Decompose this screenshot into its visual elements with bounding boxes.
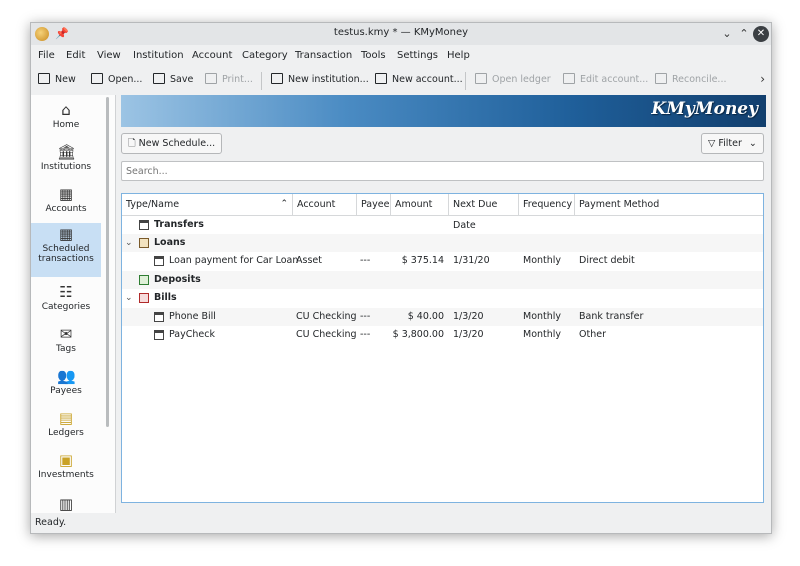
bills-icon xyxy=(139,293,149,303)
schedule-icon xyxy=(154,256,164,266)
toolbar-separator xyxy=(465,72,466,90)
sidebar-item-categories[interactable]: ☷ Categories xyxy=(31,281,101,321)
sidebar-item-investments[interactable]: ▣ Investments xyxy=(31,449,101,489)
sidebar-item-accounts[interactable]: ▦ Accounts xyxy=(31,183,101,223)
menu-edit[interactable]: Edit xyxy=(66,50,85,61)
chevron-down-icon[interactable]: ⌄ xyxy=(125,234,133,252)
column-header-frequency[interactable]: Frequency xyxy=(519,194,575,215)
bank-icon: 🏛 xyxy=(57,143,77,161)
new-institution-button[interactable]: New institution... xyxy=(271,73,369,85)
menu-bar: File Edit View Institution Account Categ… xyxy=(31,45,771,67)
filter-button[interactable]: ▽ Filter ⌄ xyxy=(701,133,764,154)
new-account-button[interactable]: New account... xyxy=(375,73,463,85)
chevron-down-icon[interactable]: ⌄ xyxy=(125,289,133,307)
column-header-payee[interactable]: Payee xyxy=(357,194,391,215)
sidebar-scrollbar[interactable] xyxy=(106,97,109,427)
open-ledger-button[interactable]: Open ledger xyxy=(475,73,551,85)
menu-institution[interactable]: Institution xyxy=(133,50,184,61)
reconcile-icon xyxy=(655,73,667,84)
bar-chart-icon: ▥ xyxy=(58,495,74,513)
sidebar-item-payees[interactable]: 👥 Payees xyxy=(31,365,101,405)
people-icon: 👥 xyxy=(57,367,76,385)
group-row-loans[interactable]: ⌄ Loans xyxy=(122,234,763,252)
group-row-bills[interactable]: ⌄ Bills xyxy=(122,289,763,307)
window-title: testus.kmy * — KMyMoney xyxy=(333,27,469,38)
edit-account-button[interactable]: Edit account... xyxy=(563,73,648,85)
app-window: 📌 testus.kmy * — KMyMoney ⌄ ⌃ ✕ File Edi… xyxy=(30,22,772,534)
menu-tools[interactable]: Tools xyxy=(361,50,386,61)
sort-ascending-icon: ⌃ xyxy=(280,199,288,209)
table-header: Type/Name ⌃ Account Payee Amount Next Du… xyxy=(122,194,763,231)
maximize-button[interactable]: ⌃ xyxy=(736,26,752,42)
header-banner: KMyMoney xyxy=(121,95,766,127)
table-row[interactable]: PayCheck CU Checking --- $ 3,800.00 1/3/… xyxy=(122,326,763,344)
menu-file[interactable]: File xyxy=(38,50,55,61)
new-button[interactable]: New xyxy=(38,73,76,85)
scheduled-transactions-view: KMyMoney 🗋 New Schedule... ▽ Filter ⌄ Ty… xyxy=(121,95,766,513)
categories-icon: ☷ xyxy=(59,283,73,301)
column-header-next-due-date[interactable]: Next Due Date xyxy=(449,194,519,231)
search-input[interactable] xyxy=(121,161,764,181)
open-button[interactable]: Open... xyxy=(91,73,142,85)
edit-account-icon xyxy=(563,73,575,84)
kmymoney-logo: KMyMoney xyxy=(651,99,758,119)
toolbar: New Open... Save Print... New institutio… xyxy=(31,67,771,93)
menu-settings[interactable]: Settings xyxy=(397,50,438,61)
loans-icon xyxy=(139,238,149,248)
tag-icon: ✉ xyxy=(59,325,73,343)
calendar-icon: ▦ xyxy=(58,225,74,243)
column-header-payment-method[interactable]: Payment Method xyxy=(575,194,763,215)
chevron-right-icon[interactable]: › xyxy=(760,72,765,86)
menu-account[interactable]: Account xyxy=(192,50,232,61)
sidebar-item-ledgers[interactable]: ▤ Ledgers xyxy=(31,407,101,447)
save-icon xyxy=(153,73,165,84)
deposits-icon xyxy=(139,275,149,285)
schedules-table: Type/Name ⌃ Account Payee Amount Next Du… xyxy=(121,193,764,503)
column-header-account[interactable]: Account xyxy=(293,194,357,215)
toolbar-separator xyxy=(261,72,262,90)
menu-category[interactable]: Category xyxy=(242,50,288,61)
schedule-icon xyxy=(154,330,164,340)
new-file-icon xyxy=(38,73,50,84)
menu-transaction[interactable]: Transaction xyxy=(295,50,352,61)
print-button[interactable]: Print... xyxy=(205,73,253,85)
home-icon: ⌂ xyxy=(61,101,71,119)
column-header-amount[interactable]: Amount xyxy=(391,194,449,215)
group-row-transfers[interactable]: Transfers xyxy=(122,216,763,234)
navigation-sidebar: ⌂ Home 🏛 Institutions ▦ Accounts ▦ Sched… xyxy=(31,95,116,513)
new-schedule-icon: 🗋 xyxy=(128,138,136,149)
new-schedule-button[interactable]: 🗋 New Schedule... xyxy=(121,133,223,154)
ledger-icon xyxy=(475,73,487,84)
group-row-deposits[interactable]: Deposits xyxy=(122,271,763,289)
filter-icon: ▽ xyxy=(708,138,716,149)
close-button[interactable]: ✕ xyxy=(753,26,769,42)
folder-icon xyxy=(91,73,103,84)
sidebar-item-institutions[interactable]: 🏛 Institutions xyxy=(31,141,101,181)
sidebar-item-reports[interactable]: ▥ xyxy=(31,493,101,513)
table-row[interactable]: Loan payment for Car Loan Asset --- $ 37… xyxy=(122,252,763,270)
table-row[interactable]: Phone Bill CU Checking --- $ 40.00 1/3/2… xyxy=(122,308,763,326)
minimize-button[interactable]: ⌄ xyxy=(719,26,735,42)
title-bar: 📌 testus.kmy * — KMyMoney ⌄ ⌃ ✕ xyxy=(31,23,771,45)
sidebar-item-scheduled-transactions[interactable]: ▦ Scheduled transactions xyxy=(31,223,101,277)
bank-icon xyxy=(271,73,283,84)
transfers-icon xyxy=(139,220,149,230)
sidebar-item-home[interactable]: ⌂ Home xyxy=(31,99,101,139)
printer-icon xyxy=(205,73,217,84)
sidebar-item-tags[interactable]: ✉ Tags xyxy=(31,323,101,363)
menu-help[interactable]: Help xyxy=(447,50,470,61)
accounts-icon xyxy=(375,73,387,84)
investments-icon: ▣ xyxy=(58,451,74,469)
schedule-icon xyxy=(154,312,164,322)
menu-view[interactable]: View xyxy=(97,50,121,61)
chevron-down-icon: ⌄ xyxy=(748,138,757,149)
reconcile-button[interactable]: Reconcile... xyxy=(655,73,726,85)
accounts-icon: ▦ xyxy=(58,185,74,203)
ledger-icon: ▤ xyxy=(58,409,74,427)
column-header-type-name[interactable]: Type/Name ⌃ xyxy=(122,194,293,215)
status-bar: Ready. xyxy=(35,517,67,528)
save-button[interactable]: Save xyxy=(153,73,193,85)
